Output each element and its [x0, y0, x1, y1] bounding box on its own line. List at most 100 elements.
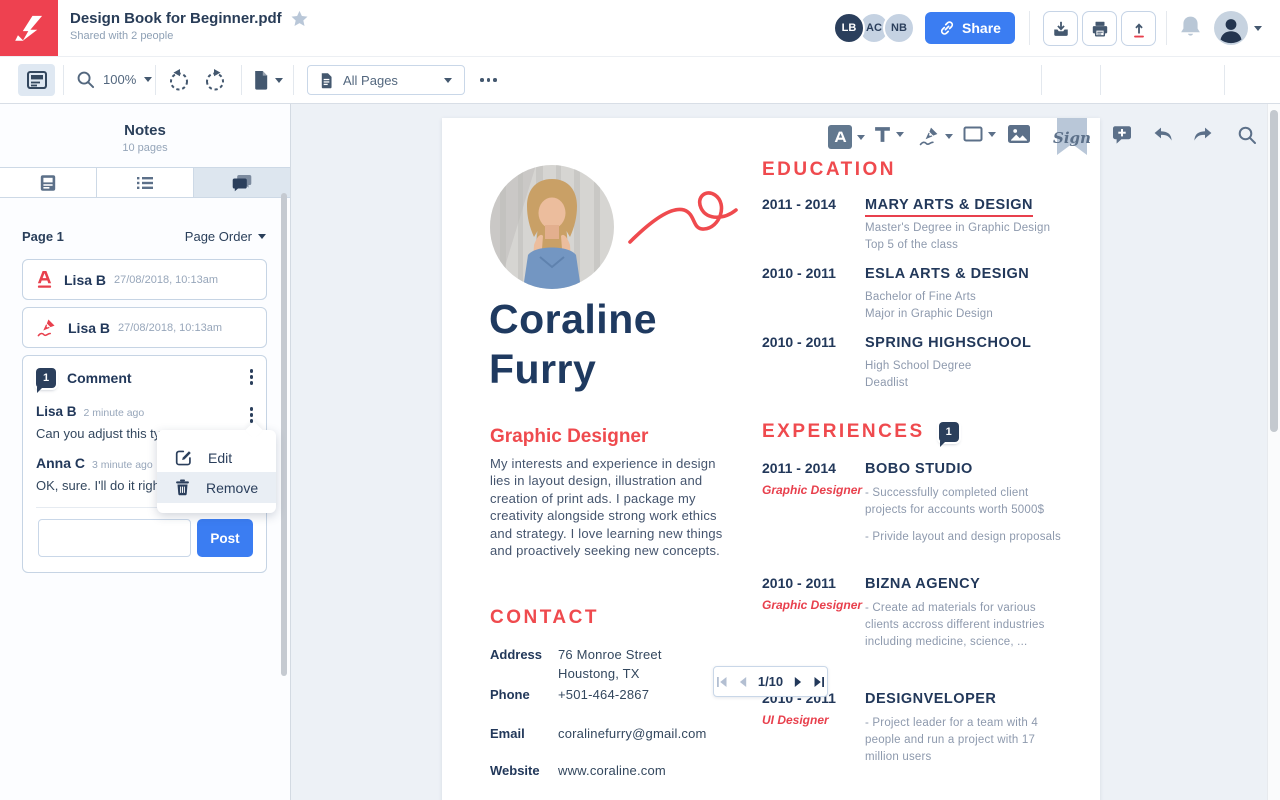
document-title-block: Design Book for Beginner.pdf Shared with… [70, 10, 308, 42]
upload-button[interactable] [1121, 11, 1156, 46]
chevron-down-icon [988, 131, 996, 137]
notifications-bell-icon[interactable] [1178, 14, 1203, 39]
tab-outline[interactable] [96, 168, 193, 197]
print-button[interactable] [1082, 11, 1117, 46]
pdf-editor-app: Design Book for Beginner.pdf Shared with… [0, 0, 1280, 800]
remove-label: Remove [206, 479, 259, 496]
contact-heading: CONTACT [490, 607, 599, 628]
menu-item-edit[interactable]: Edit [157, 443, 276, 472]
download-button[interactable] [1043, 11, 1078, 46]
thumbnails-icon [40, 174, 56, 191]
divider [155, 65, 156, 95]
avatar-nb[interactable]: NB [883, 12, 915, 44]
text-tool[interactable] [874, 125, 904, 144]
image-icon [1008, 125, 1030, 143]
undo-arrow-icon [1154, 127, 1172, 141]
annotation-timestamp: 27/08/2018, 10:13am [118, 321, 222, 334]
contact-row: Phone +501-464-2867 [490, 686, 750, 705]
sidebar-scrollbar[interactable] [281, 193, 287, 676]
next-page-button[interactable] [792, 676, 804, 688]
comment-count-badge: 1 [36, 368, 56, 393]
name-line-2: Furry [489, 346, 597, 392]
experience-bullet: - Privide layout and design proposals [865, 531, 1061, 543]
comment-time: 3 minute ago [92, 459, 153, 471]
chevron-down-icon [945, 133, 953, 139]
highlight-text-tool[interactable] [828, 125, 865, 149]
contact-row: Website www.coraline.com [490, 762, 750, 781]
first-page-button[interactable] [716, 676, 728, 688]
education-entry: 2011 - 2014 MARY ARTS & DESIGN Master's … [762, 196, 1072, 254]
document-scrollbar-track[interactable] [1267, 104, 1280, 800]
zoom-value: 100% [103, 72, 137, 87]
name-line-1: Coraline [489, 296, 658, 342]
experience-bullet: - Project leader for a team with 4 peopl… [865, 717, 1038, 763]
document-scrollbar-thumb[interactable] [1270, 110, 1278, 432]
undo-button[interactable] [1152, 125, 1176, 145]
comment-count-badge[interactable]: 1 [938, 422, 959, 447]
app-logo[interactable] [0, 0, 58, 56]
annotation-card-drawing[interactable]: Lisa B 27/08/2018, 10:13am [22, 307, 267, 348]
education-dates: 2010 - 2011 [762, 265, 836, 281]
page-tools-button[interactable] [253, 70, 283, 90]
education-school: MARY ARTS & DESIGN [865, 197, 1033, 217]
education-detail: High School Degree [865, 360, 972, 372]
page-range-select[interactable]: All Pages [307, 65, 465, 95]
last-page-button[interactable] [813, 676, 825, 688]
tab-comments[interactable] [193, 168, 290, 197]
avatar-lb[interactable]: LB [833, 12, 865, 44]
more-options-button[interactable] [480, 78, 497, 82]
contact-value: www.coraline.com [558, 763, 666, 778]
experience-company: DESIGNVELOPER [865, 691, 997, 707]
contact-value: coralinefurry@gmail.com [558, 725, 707, 741]
page-order-dropdown[interactable]: Page Order [185, 229, 266, 244]
add-comment-tool[interactable] [1112, 125, 1132, 145]
post-button[interactable]: Post [197, 519, 253, 557]
contact-label: Email [490, 725, 525, 741]
divider [1029, 11, 1030, 45]
tab-thumbnails[interactable] [0, 168, 96, 197]
contact-section: Address 76 Monroe Street Houstong, TX Ph… [490, 646, 750, 781]
magnifier-icon [77, 71, 95, 89]
comment-input[interactable] [38, 519, 191, 557]
annotation-card-text[interactable]: Lisa B 27/08/2018, 10:13am [22, 259, 267, 300]
comment-author-row: Lisa B 2 minute ago [36, 404, 144, 419]
chevron-down-icon [1254, 25, 1262, 31]
rotate-right-button[interactable] [203, 68, 227, 92]
highlight-a-icon [828, 125, 852, 149]
experience-company: BIZNA AGENCY [865, 576, 981, 592]
divider [63, 65, 64, 95]
comment-menu-button[interactable] [249, 407, 253, 423]
education-heading: EDUCATION [762, 159, 897, 180]
insert-image-tool[interactable] [1008, 125, 1030, 143]
chevron-down-icon [258, 234, 266, 239]
pages-icon [321, 72, 332, 88]
profile-photo [490, 165, 614, 289]
previous-page-button[interactable] [737, 676, 749, 688]
sign-tool[interactable]: Sign [1053, 129, 1091, 147]
page-position: 1/10 [757, 674, 784, 689]
sidebar-toggle-button[interactable] [18, 64, 55, 96]
user-avatar-icon [1214, 11, 1248, 45]
star-icon[interactable] [291, 10, 308, 27]
draw-pen-tool[interactable] [918, 125, 953, 147]
notes-sidebar: Notes 10 pages Page 1 Page Order Lisa B … [0, 104, 291, 800]
rotate-left-button[interactable] [167, 68, 191, 92]
menu-item-remove[interactable]: Remove [157, 472, 276, 503]
share-button[interactable]: Share [925, 12, 1015, 44]
education-entry: 2010 - 2011 ESLA ARTS & DESIGN Bachelor … [762, 265, 1072, 323]
page-header-row: Page 1 Page Order [22, 229, 266, 244]
edit-pencil-icon [175, 450, 191, 466]
panel-layout-icon [26, 71, 47, 89]
account-menu[interactable] [1214, 11, 1262, 45]
shape-tool[interactable] [963, 125, 996, 143]
divider [241, 65, 242, 95]
card-menu-button[interactable] [249, 369, 253, 385]
redo-button[interactable] [1190, 125, 1214, 145]
page-order-label: Page Order [184, 229, 252, 244]
education-entry: 2010 - 2011 SPRING HIGHSCHOOL High Schoo… [762, 334, 1072, 392]
resume-about: My interests and experience in design li… [490, 456, 723, 559]
search-button[interactable] [1237, 125, 1257, 145]
education-school: ESLA ARTS & DESIGN [865, 266, 1030, 282]
red-scribble-annotation[interactable] [626, 180, 742, 250]
zoom-control[interactable]: 100% [76, 70, 153, 89]
